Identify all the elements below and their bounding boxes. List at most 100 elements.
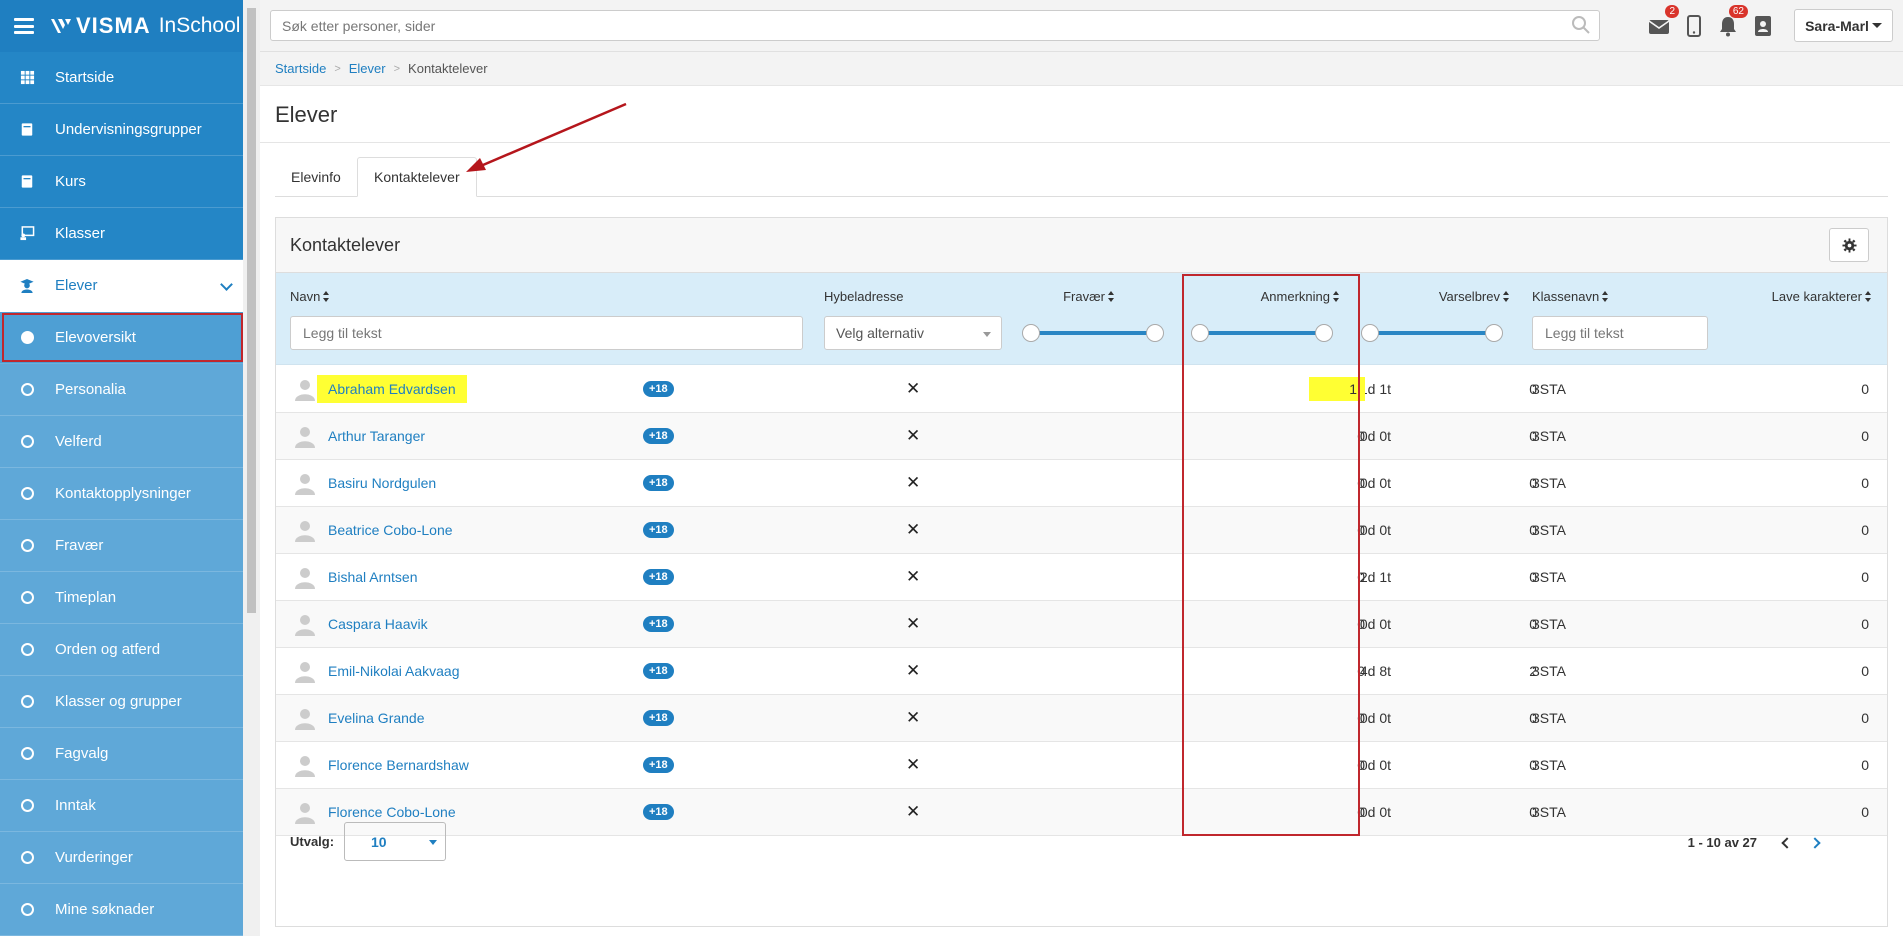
sidebar-subitem-vurderinger[interactable]: Vurderinger bbox=[0, 832, 243, 884]
slider-handle-min[interactable] bbox=[1022, 324, 1040, 342]
slider-handle-max[interactable] bbox=[1485, 324, 1503, 342]
mobile-icon[interactable] bbox=[1682, 14, 1706, 38]
filter-varselbrev-slider[interactable] bbox=[1361, 324, 1503, 342]
sidebar-subitem-personalia[interactable]: Personalia bbox=[0, 364, 243, 416]
breadcrumb-elever[interactable]: Elever bbox=[349, 61, 386, 76]
circle-icon bbox=[18, 485, 36, 503]
pagination-info: 1 - 10 av 27 bbox=[1687, 835, 1757, 850]
filter-navn-input[interactable] bbox=[290, 316, 803, 350]
sidebar-item-label: Elever bbox=[55, 277, 98, 294]
sidebar-item-label: Timeplan bbox=[55, 589, 117, 606]
col-header-klassenavn[interactable]: Klassenavn bbox=[1532, 289, 1609, 304]
page-size-select[interactable]: 10 bbox=[344, 822, 446, 861]
page-title: Elever bbox=[275, 102, 338, 127]
caret-down-icon bbox=[429, 840, 437, 845]
hamburger-menu-icon[interactable] bbox=[14, 18, 34, 34]
student-name-link[interactable]: Emil-Nikolai Aakvaag bbox=[328, 663, 460, 679]
slider-handle-min[interactable] bbox=[1361, 324, 1379, 342]
col-header-navn[interactable]: Navn bbox=[290, 289, 330, 304]
sidebar-item-label: Klasser og grupper bbox=[55, 693, 182, 710]
tab-elevinfo[interactable]: Elevinfo bbox=[275, 157, 357, 197]
student-name-link[interactable]: Basiru Nordgulen bbox=[328, 475, 436, 491]
gear-icon bbox=[1841, 237, 1857, 253]
contacts-icon[interactable] bbox=[1751, 14, 1775, 38]
sidebar-subitem-orden-og-atferd[interactable]: Orden og atferd bbox=[0, 624, 243, 676]
student-name-link[interactable]: Beatrice Cobo-Lone bbox=[328, 522, 453, 538]
annotation-arrow bbox=[466, 102, 627, 172]
search-input[interactable] bbox=[270, 10, 1600, 41]
close-icon: ✕ bbox=[906, 708, 921, 727]
sidebar-item-elever[interactable]: Elever bbox=[0, 260, 243, 312]
bell-icon[interactable]: 62 bbox=[1716, 5, 1748, 38]
sidebar-subitem-timeplan[interactable]: Timeplan bbox=[0, 572, 243, 624]
mail-badge: 2 bbox=[1665, 5, 1679, 18]
student-name-link[interactable]: Caspara Haavik bbox=[328, 616, 428, 632]
student-name-link[interactable]: Bishal Arntsen bbox=[328, 569, 418, 585]
sidebar-item-label: Personalia bbox=[55, 381, 126, 398]
sidebar-item-label: Undervisningsgrupper bbox=[55, 121, 202, 138]
col-header-fravaer[interactable]: Fravær bbox=[1063, 289, 1115, 304]
table-row[interactable]: Florence Bernardshaw +18 ✕ 0d 0t 0 0 3STA 0 bbox=[276, 742, 1887, 789]
sidebar-item-startside[interactable]: Startside bbox=[0, 52, 243, 104]
cell-lave-karakterer: 0 bbox=[1861, 522, 1869, 538]
student-name-link[interactable]: Florence Bernardshaw bbox=[328, 757, 469, 773]
table-row[interactable]: Emil-Nikolai Aakvaag +18 ✕ 4d 8t 0 2 3STA 0 bbox=[276, 648, 1887, 695]
sidebar-subitem-velferd[interactable]: Velferd bbox=[0, 416, 243, 468]
slider-handle-max[interactable] bbox=[1146, 324, 1164, 342]
table-row[interactable]: Bishal Arntsen +18 ✕ 2d 1t 0 0 3STA 0 bbox=[276, 554, 1887, 601]
sidebar-item-label: Fravær bbox=[55, 537, 104, 554]
search-icon[interactable] bbox=[1571, 15, 1591, 35]
sidebar-item-undervisningsgrupper[interactable]: Undervisningsgrupper bbox=[0, 104, 243, 156]
circle-icon bbox=[18, 381, 36, 399]
sidebar-subitem-klasser-og-grupper[interactable]: Klasser og grupper bbox=[0, 676, 243, 728]
sidebar-item-klasser[interactable]: Klasser bbox=[0, 208, 243, 260]
table-row[interactable]: Arthur Taranger +18 ✕ 0d 0t 0 0 3STA 0 bbox=[276, 413, 1887, 460]
table-row[interactable]: Caspara Haavik +18 ✕ 0d 0t 0 0 3STA 0 bbox=[276, 601, 1887, 648]
cell-lave-karakterer: 0 bbox=[1861, 475, 1869, 491]
topbar: 2 62 Sara-Marl bbox=[260, 0, 1903, 52]
mail-icon[interactable]: 2 bbox=[1647, 5, 1679, 38]
table-row[interactable]: Basiru Nordgulen +18 ✕ 0d 0t 0 0 3STA 0 bbox=[276, 460, 1887, 507]
filter-fravaer-slider[interactable] bbox=[1022, 324, 1164, 342]
age-badge: +18 bbox=[643, 569, 674, 585]
cell-lave-karakterer: 0 bbox=[1861, 663, 1869, 679]
breadcrumb-current: Kontaktelever bbox=[408, 61, 488, 76]
cell-lave-karakterer: 0 bbox=[1861, 428, 1869, 444]
settings-button[interactable] bbox=[1829, 228, 1869, 262]
filter-klassenavn-input[interactable] bbox=[1532, 316, 1708, 350]
age-badge: +18 bbox=[643, 428, 674, 444]
cell-klassenavn: 3STA bbox=[1532, 710, 1566, 726]
sidebar-item-label: Kurs bbox=[55, 173, 86, 190]
filter-hybel-select[interactable]: Velg alternativ bbox=[824, 316, 1002, 350]
sidebar-item-kurs[interactable]: Kurs bbox=[0, 156, 243, 208]
user-menu-button[interactable]: Sara-Marl bbox=[1794, 9, 1893, 42]
sidebar-subitem-fravær[interactable]: Fravær bbox=[0, 520, 243, 572]
avatar-icon bbox=[295, 521, 315, 542]
table-row[interactable]: Abraham Edvardsen +18 ✕ 1d 1t 1 0 3STA 0 bbox=[276, 366, 1887, 413]
sidebar-subitem-kontaktopplysninger[interactable]: Kontaktopplysninger bbox=[0, 468, 243, 520]
cell-lave-karakterer: 0 bbox=[1861, 381, 1869, 397]
student-name-link[interactable]: Arthur Taranger bbox=[328, 428, 425, 444]
avatar-icon bbox=[295, 756, 315, 777]
table-row[interactable]: Evelina Grande +18 ✕ 0d 0t 0 0 3STA 0 bbox=[276, 695, 1887, 742]
col-header-lave-karakterer[interactable]: Lave karakterer bbox=[1772, 289, 1872, 304]
sidebar-subitem-fagvalg[interactable]: Fagvalg bbox=[0, 728, 243, 780]
sort-icon bbox=[1503, 291, 1510, 302]
sort-icon bbox=[1865, 291, 1872, 302]
age-badge: +18 bbox=[643, 616, 674, 632]
sidebar-header: VISMA InSchool bbox=[0, 0, 243, 52]
sidebar-item-label: Mine søknader bbox=[55, 901, 155, 918]
tab-kontaktelever[interactable]: Kontaktelever bbox=[357, 157, 477, 197]
sidebar-subitem-mine-søknader[interactable]: Mine søknader bbox=[0, 884, 243, 936]
sidebar-subitem-inntak[interactable]: Inntak bbox=[0, 780, 243, 832]
sidebar-scrollbar[interactable] bbox=[243, 0, 260, 936]
chevron-right-icon[interactable] bbox=[1809, 837, 1821, 849]
col-header-varselbrev[interactable]: Varselbrev bbox=[1439, 289, 1510, 304]
table-row[interactable]: Beatrice Cobo-Lone +18 ✕ 0d 0t 0 0 3STA 0 bbox=[276, 507, 1887, 554]
student-name-link[interactable]: Evelina Grande bbox=[328, 710, 425, 726]
breadcrumb-startside[interactable]: Startside bbox=[275, 61, 326, 76]
chevron-left-icon[interactable] bbox=[1781, 837, 1793, 849]
scrollbar-thumb[interactable] bbox=[247, 8, 256, 613]
student-name-link[interactable]: Abraham Edvardsen bbox=[317, 375, 467, 403]
sidebar-item-label: Velferd bbox=[55, 433, 102, 450]
